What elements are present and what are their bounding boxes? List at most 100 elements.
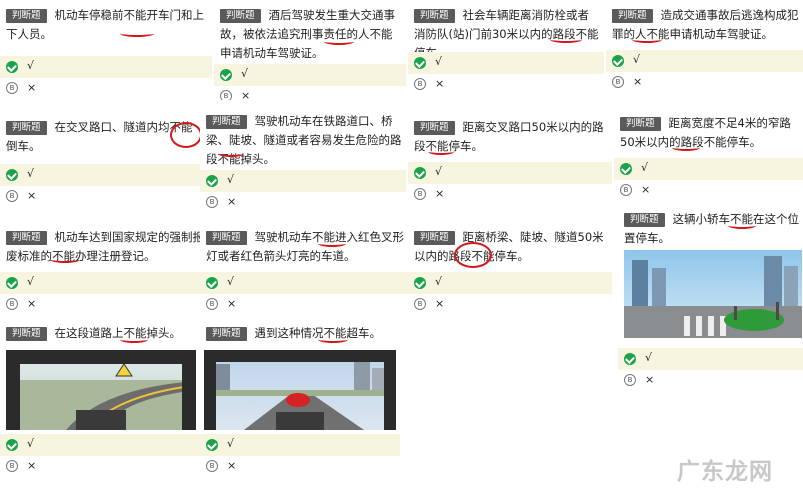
red-underline <box>672 144 700 151</box>
option-a-mark: √ <box>27 59 35 72</box>
option-a[interactable]: √ <box>408 52 604 74</box>
option-b-mark: × <box>227 195 237 208</box>
option-a[interactable]: √ <box>0 164 200 186</box>
red-underline <box>120 336 148 343</box>
option-a[interactable]: √ <box>408 162 612 184</box>
option-a[interactable]: √ <box>214 64 406 86</box>
question-text: 判断题 驾驶机动车在铁路道口、桥梁、陡坡、隧道或者容易发生危险的路段不能掉头。 <box>206 112 402 169</box>
question-type-tag: 判断题 <box>414 121 455 135</box>
option-a[interactable]: √ <box>408 272 612 294</box>
option-a-mark: √ <box>227 275 235 288</box>
option-b[interactable]: B × <box>408 74 604 94</box>
option-a-mark: √ <box>227 173 235 186</box>
check-circle-icon <box>220 69 232 81</box>
question-type-tag: 判断题 <box>620 117 661 131</box>
question-card-4: 判断题 造成交通事故后逃逸构成犯罪的人不能申请机动车驾驶证。 √ B × <box>606 0 803 95</box>
red-underline <box>120 30 154 37</box>
question-card-12: 判断题 这辆小轿车不能在这个位置停车。 √ B × <box>618 204 803 390</box>
question-type-tag: 判断题 <box>624 213 665 227</box>
option-b-label: B <box>6 460 18 472</box>
option-b-label: B <box>206 298 218 310</box>
question-text: 判断题 遇到这种情况不能超车。 <box>206 324 396 343</box>
option-a[interactable]: √ <box>614 158 803 180</box>
option-a-mark: √ <box>645 351 653 364</box>
option-b[interactable]: B × <box>200 192 406 212</box>
question-text: 判断题 距离宽度不足4米的窄路50米以内的路段不能停车。 <box>620 114 799 152</box>
option-b[interactable]: B × <box>606 72 803 92</box>
red-underline <box>318 240 346 247</box>
road-scene-image <box>6 350 196 430</box>
option-b-mark: × <box>633 75 643 88</box>
question-text: 判断题 酒后驾驶发生重大交通事故，被依法追究刑事责任的人不能申请机动车驾驶证。 <box>220 6 402 63</box>
check-circle-icon <box>6 169 18 181</box>
option-b[interactable]: B × <box>408 184 612 204</box>
question-card-9: 判断题 机动车达到国家规定的强制报废标准的不能办理注册登记。 √ B × <box>0 222 212 317</box>
option-b[interactable]: B × <box>200 456 400 476</box>
question-card-6: 判断题 驾驶机动车在铁路道口、桥梁、陡坡、隧道或者容易发生危险的路段不能掉头。 √… <box>200 106 406 212</box>
question-type-tag: 判断题 <box>206 231 247 245</box>
option-a-mark: √ <box>27 437 35 450</box>
question-card-11: 判断题 距离桥梁、陡坡、隧道50米以内的路段不能停车。 √ B × <box>408 222 612 322</box>
question-type-tag: 判断题 <box>206 327 247 341</box>
question-card-10: 判断题 驾驶机动车不能进入红色叉形灯或者红色箭头灯亮的车道。 √ B × <box>200 222 410 317</box>
option-a[interactable]: √ <box>200 272 410 294</box>
watermark: 广东龙网 <box>677 459 773 485</box>
question-text: 判断题 在这段道路上不能掉头。 <box>6 324 196 343</box>
option-a-mark: √ <box>633 53 641 66</box>
question-type-tag: 判断题 <box>6 121 47 135</box>
question-type-tag: 判断题 <box>414 9 455 23</box>
option-b[interactable]: B × <box>618 370 803 390</box>
option-a[interactable]: √ <box>0 434 200 456</box>
option-b-label: B <box>206 460 218 472</box>
question-type-tag: 判断题 <box>612 9 653 23</box>
question-card-7: 判断题 距离交叉路口50米以内的路段不能停车。 √ B × <box>408 112 612 207</box>
option-b-mark: × <box>435 187 445 200</box>
option-b-mark: × <box>645 373 655 386</box>
option-b-label: B <box>6 82 18 94</box>
red-underline <box>218 150 244 157</box>
option-b[interactable]: B × <box>0 456 200 476</box>
sedan-parking-illustration <box>624 256 802 338</box>
option-b[interactable]: B × <box>0 78 212 98</box>
red-circle <box>454 242 492 268</box>
option-a-mark: √ <box>641 161 649 174</box>
option-a[interactable]: √ <box>200 170 406 192</box>
option-a[interactable]: √ <box>200 434 400 456</box>
option-b-label: B <box>624 374 636 386</box>
question-text: 判断题 距离桥梁、陡坡、隧道50米以内的路段不能停车。 <box>414 228 608 266</box>
option-b-mark: × <box>435 297 445 310</box>
red-underline <box>632 36 662 43</box>
question-type-tag: 判断题 <box>6 327 47 341</box>
red-underline <box>50 256 80 263</box>
option-b[interactable]: B × <box>614 180 803 200</box>
check-circle-icon <box>620 163 632 175</box>
option-b-label: B <box>620 184 632 196</box>
option-b-label: B <box>6 298 18 310</box>
option-b[interactable]: B × <box>408 294 612 314</box>
option-b-mark: × <box>27 189 37 202</box>
question-card-13: 判断题 在这段道路上不能掉头。 √ B × <box>0 318 200 478</box>
option-b-mark: × <box>27 297 37 310</box>
option-a-mark: √ <box>435 165 443 178</box>
option-b[interactable]: B × <box>214 86 406 100</box>
option-a[interactable]: √ <box>606 50 803 72</box>
parking-scene-image <box>624 250 802 338</box>
question-card-8: 判断题 距离宽度不足4米的窄路50米以内的路段不能停车。 √ B × <box>614 108 803 204</box>
option-b-mark: × <box>227 459 237 472</box>
option-b[interactable]: B × <box>0 294 212 314</box>
question-card-14: 判断题 遇到这种情况不能超车。 √ B × <box>200 318 400 478</box>
option-a[interactable]: √ <box>0 272 212 294</box>
option-b-label: B <box>414 78 426 90</box>
question-text: 判断题 驾驶机动车不能进入红色叉形灯或者红色箭头灯亮的车道。 <box>206 228 406 266</box>
check-circle-icon <box>206 439 218 451</box>
option-b-label: B <box>612 76 624 88</box>
question-type-tag: 判断题 <box>414 231 455 245</box>
question-type-tag: 判断题 <box>206 115 247 129</box>
option-a[interactable]: √ <box>618 348 803 370</box>
option-b[interactable]: B × <box>200 294 410 314</box>
option-a[interactable]: √ <box>0 56 212 78</box>
option-b[interactable]: B × <box>0 186 200 206</box>
question-text: 判断题 这辆小轿车不能在这个位置停车。 <box>624 210 799 248</box>
red-underline <box>728 222 756 229</box>
question-card-3: 判断题社会车辆距离消防栓或者消防队(站)门前30米以内的路段不能停车。 √ B× <box>408 0 604 95</box>
